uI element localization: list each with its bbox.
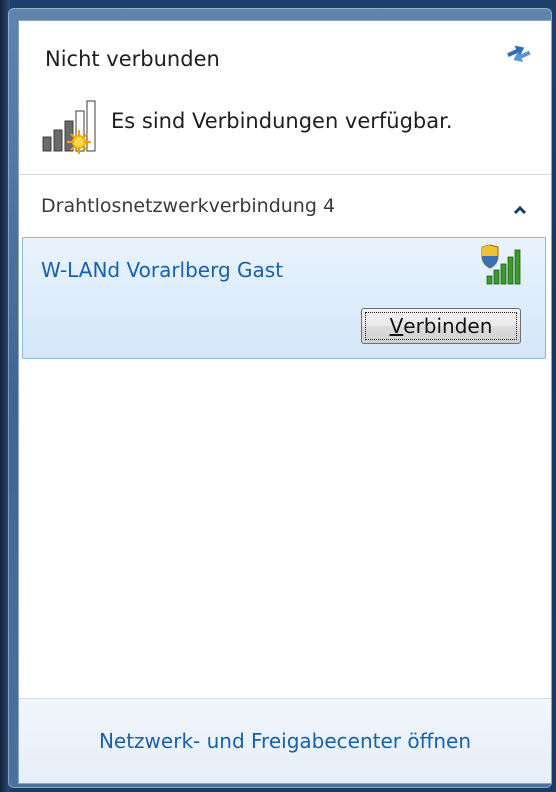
refresh-arrows-icon <box>507 45 531 63</box>
network-flyout-panel: Nicht verbunden Es sind Verbindungen ver… <box>18 20 552 784</box>
network-sharing-center-link[interactable]: Netzwerk- und Freigabecenter öffnen <box>19 729 551 753</box>
signal-warning-icon <box>41 99 105 155</box>
section-divider <box>19 174 551 175</box>
availability-message: Es sind Verbindungen verfügbar. <box>111 109 453 133</box>
flyout-footer: Netzwerk- und Freigabecenter öffnen <box>19 698 551 783</box>
chevron-up-icon[interactable] <box>513 201 527 215</box>
refresh-button[interactable] <box>503 39 533 65</box>
connect-button-label: Verbinden <box>365 312 517 340</box>
connection-status-title: Nicht verbunden <box>45 47 220 71</box>
network-list-item[interactable]: W-LANd Vorarlberg Gast Verbinden <box>22 237 546 359</box>
network-ssid: W-LANd Vorarlberg Gast <box>41 258 284 282</box>
shield-signal-icon <box>479 244 523 286</box>
connect-button[interactable]: Verbinden <box>361 308 521 344</box>
adapter-section-header[interactable]: Drahtlosnetzwerkverbindung 4 <box>19 191 551 225</box>
availability-row: Es sind Verbindungen verfügbar. <box>41 99 453 155</box>
adapter-name-label: Drahtlosnetzwerkverbindung 4 <box>41 195 336 217</box>
